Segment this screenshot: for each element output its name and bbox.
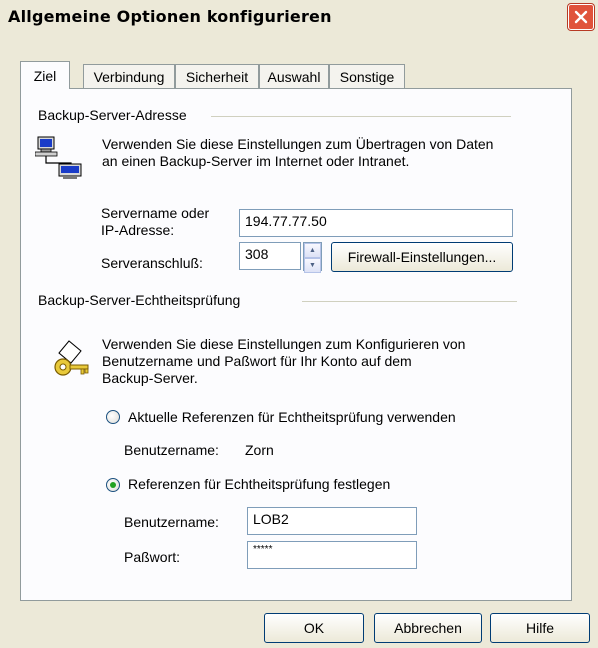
username-label: Benutzername: (124, 514, 219, 530)
server-port-label: Serveranschluß: (101, 255, 203, 271)
server-name-label-line1: Servername oder (101, 205, 210, 221)
tab-auswahl[interactable]: Auswahl (259, 64, 329, 88)
username-input[interactable]: LOB2 (247, 507, 417, 535)
group-divider (302, 301, 517, 302)
radio-set-credentials[interactable] (106, 478, 120, 492)
window-title: Allgemeine Optionen konfigurieren (8, 7, 332, 26)
spinner-down-icon[interactable]: ▼ (304, 258, 321, 273)
auth-group-label: Backup-Server-Echtheitsprüfung (38, 292, 241, 308)
password-label: Paßwort: (124, 549, 181, 565)
key-icon (54, 340, 89, 376)
tab-panel-ziel: Backup-Server-Adresse Verwenden Sie dies… (20, 88, 572, 601)
current-user-label: Benutzername: (124, 442, 219, 458)
server-port-input[interactable]: 308 (239, 242, 301, 270)
server-group-label: Backup-Server-Adresse (38, 107, 187, 123)
tab-sonstige[interactable]: Sonstige (329, 64, 405, 88)
tab-sicherheit[interactable]: Sicherheit (175, 64, 259, 88)
tab-ziel[interactable]: Ziel (20, 61, 70, 89)
firewall-settings-button[interactable]: Firewall-Einstellungen... (331, 242, 513, 272)
radio-selected-dot (110, 482, 116, 488)
server-name-input[interactable]: 194.77.77.50 (239, 209, 513, 237)
radio-current-credentials[interactable] (106, 410, 120, 424)
server-description-line2: an einen Backup-Server im Internet oder … (102, 153, 410, 169)
password-input[interactable]: ***** (247, 541, 417, 569)
close-icon (574, 10, 588, 24)
server-name-label-line2: IP-Adresse: (101, 222, 175, 238)
radio-current-credentials-label[interactable]: Aktuelle Referenzen für Echtheitsprüfung… (128, 409, 456, 425)
network-computers-icon (35, 136, 82, 179)
cancel-button[interactable]: Abbrechen (374, 613, 482, 643)
spinner-up-icon[interactable]: ▲ (304, 243, 321, 258)
port-spinner[interactable]: ▲ ▼ (303, 242, 322, 273)
auth-description-line2: Benutzername und Paßwort für Ihr Konto a… (102, 353, 412, 369)
ok-button[interactable]: OK (264, 613, 364, 643)
radio-set-credentials-label[interactable]: Referenzen für Echtheitsprüfung festlege… (128, 476, 390, 492)
auth-description-line1: Verwenden Sie diese Einstellungen zum Ko… (102, 336, 466, 352)
close-button[interactable] (568, 4, 594, 30)
help-button[interactable]: Hilfe (490, 613, 590, 643)
group-divider (211, 116, 511, 117)
title-bar: Allgemeine Optionen konfigurieren (0, 0, 598, 34)
current-user-value: Zorn (245, 442, 274, 458)
tab-verbindung[interactable]: Verbindung (83, 64, 175, 88)
server-description-line1: Verwenden Sie diese Einstellungen zum Üb… (102, 136, 494, 152)
auth-description-line3: Backup-Server. (102, 370, 198, 386)
